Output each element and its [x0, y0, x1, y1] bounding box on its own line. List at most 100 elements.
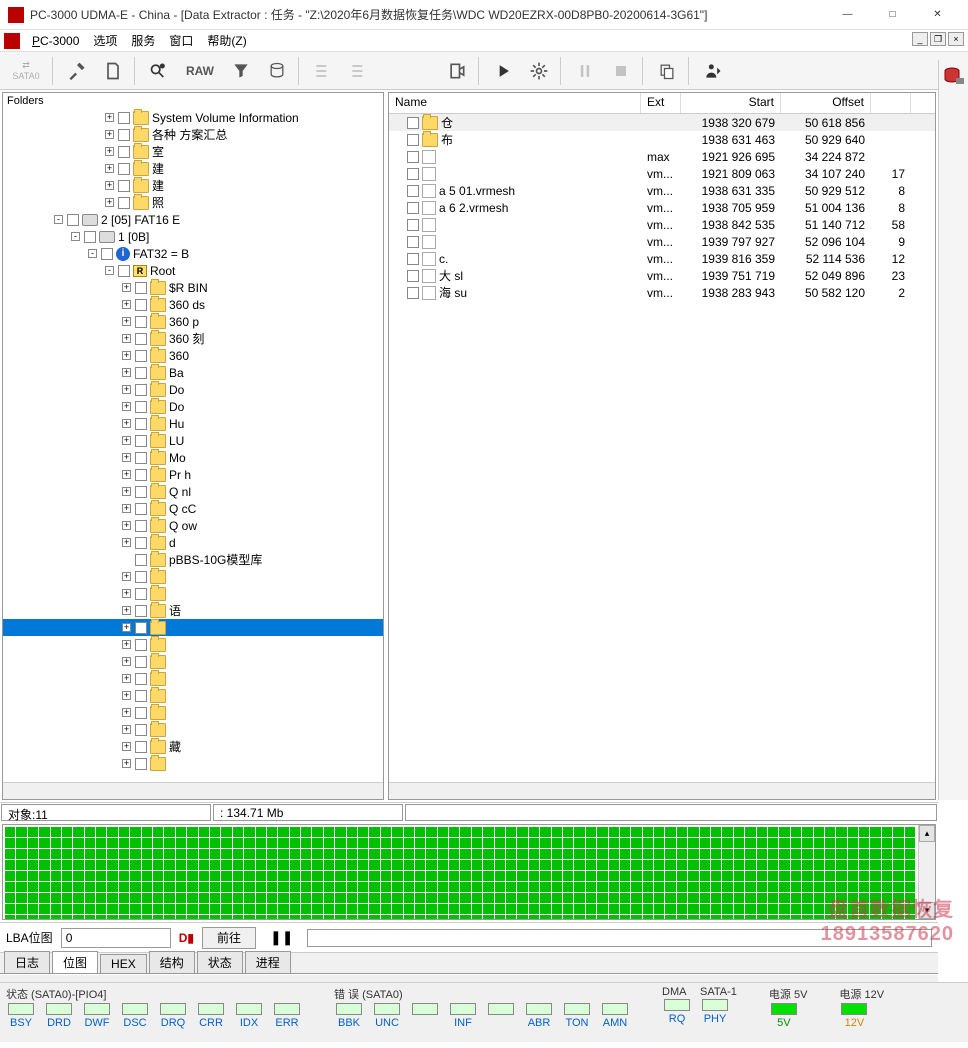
list-row[interactable]: vm...1938 842 53551 140 71258 — [389, 216, 935, 233]
checkbox[interactable] — [135, 384, 147, 396]
checkbox[interactable] — [118, 146, 130, 158]
expand-icon[interactable]: + — [122, 385, 131, 394]
expand-icon[interactable]: + — [105, 181, 114, 190]
expand-icon[interactable]: + — [122, 504, 131, 513]
menu-pc3000[interactable]: PC-3000 — [26, 32, 85, 50]
expand-icon[interactable]: + — [122, 317, 131, 326]
tree-hscroll[interactable] — [3, 782, 383, 799]
checkbox[interactable] — [135, 299, 147, 311]
tree-node[interactable]: + — [3, 755, 383, 772]
list-config2-icon[interactable] — [342, 55, 376, 87]
mdi-minimize[interactable]: _ — [912, 32, 928, 46]
checkbox[interactable] — [118, 197, 130, 209]
mdi-close[interactable]: × — [948, 32, 964, 46]
tree-node[interactable]: +Q ow — [3, 517, 383, 534]
tree-node[interactable]: + — [3, 585, 383, 602]
checkbox[interactable] — [135, 571, 147, 583]
checkbox[interactable] — [407, 219, 419, 231]
tree-node[interactable]: -2 [05] FAT16 E — [3, 211, 383, 228]
sector-vscroll[interactable]: ▴ ▾ — [918, 825, 935, 919]
expand-icon[interactable]: + — [122, 487, 131, 496]
checkbox[interactable] — [135, 452, 147, 464]
list-config-icon[interactable] — [306, 55, 340, 87]
settings-icon[interactable] — [522, 55, 556, 87]
list-row[interactable]: vm...1939 797 92752 096 1049 — [389, 233, 935, 250]
file-list[interactable]: 仓1938 320 67950 618 856布1938 631 46350 9… — [389, 114, 935, 782]
checkbox[interactable] — [118, 129, 130, 141]
expand-icon[interactable]: + — [122, 538, 131, 547]
list-row[interactable]: a 5 01.vrmeshvm...1938 631 33550 929 512… — [389, 182, 935, 199]
expand-icon[interactable]: + — [122, 623, 131, 632]
search-icon[interactable] — [142, 55, 176, 87]
checkbox[interactable] — [407, 151, 419, 163]
list-row[interactable]: a 6 2.vrmeshvm...1938 705 95951 004 1368 — [389, 199, 935, 216]
tree-node[interactable]: +System Volume Information — [3, 109, 383, 126]
tab-状态[interactable]: 状态 — [197, 951, 243, 973]
raw-button[interactable]: RAW — [178, 55, 222, 87]
expand-icon[interactable]: + — [105, 164, 114, 173]
checkbox[interactable] — [135, 588, 147, 600]
col-offset[interactable]: Offset — [781, 93, 871, 113]
checkbox[interactable] — [118, 112, 130, 124]
menu-window[interactable]: 窗口 — [163, 30, 199, 51]
expand-icon[interactable]: + — [122, 572, 131, 581]
expand-icon[interactable]: + — [122, 725, 131, 734]
checkbox[interactable] — [135, 554, 147, 566]
document-icon[interactable] — [96, 55, 130, 87]
maximize-button[interactable]: □ — [870, 1, 915, 29]
tree-node[interactable]: + — [3, 670, 383, 687]
drive-tool-icon[interactable] — [942, 64, 966, 88]
expand-icon[interactable]: + — [122, 368, 131, 377]
tab-日志[interactable]: 日志 — [4, 951, 50, 973]
expand-icon[interactable]: + — [122, 300, 131, 309]
tree-node[interactable]: +Hu — [3, 415, 383, 432]
tree-node[interactable]: + — [3, 636, 383, 653]
sector-map[interactable]: ▴ ▾ — [2, 824, 936, 920]
tree-node[interactable]: +Pr h — [3, 466, 383, 483]
checkbox[interactable] — [135, 707, 147, 719]
lba-input[interactable] — [61, 928, 171, 948]
tab-HEX[interactable]: HEX — [100, 954, 147, 973]
tree-node[interactable]: +Do — [3, 398, 383, 415]
checkbox[interactable] — [407, 185, 419, 197]
tree-node[interactable]: +各种 方案汇总 — [3, 126, 383, 143]
checkbox[interactable] — [135, 656, 147, 668]
copy-icon[interactable] — [650, 55, 684, 87]
tree-node[interactable]: + — [3, 687, 383, 704]
checkbox[interactable] — [135, 333, 147, 345]
checkbox[interactable] — [118, 265, 130, 277]
checkbox[interactable] — [407, 134, 419, 146]
checkbox[interactable] — [407, 202, 419, 214]
tree-node[interactable]: +360 刻 — [3, 330, 383, 347]
tree-node[interactable]: +Do — [3, 381, 383, 398]
checkbox[interactable] — [101, 248, 113, 260]
tree-node[interactable]: + 语 — [3, 602, 383, 619]
export-icon[interactable] — [440, 55, 474, 87]
expand-icon[interactable]: + — [122, 419, 131, 428]
tab-位图[interactable]: 位图 — [52, 951, 98, 973]
checkbox[interactable] — [135, 469, 147, 481]
tree-node[interactable]: + — [3, 619, 383, 636]
tree-node[interactable]: +$R BIN — [3, 279, 383, 296]
expand-icon[interactable]: + — [122, 453, 131, 462]
expand-icon[interactable]: + — [122, 606, 131, 615]
tree-node[interactable]: pBBS-10G模型库 — [3, 551, 383, 568]
menu-options[interactable]: 选项 — [87, 30, 123, 51]
tree-node[interactable]: -RRoot — [3, 262, 383, 279]
play-icon[interactable] — [486, 55, 520, 87]
tree-node[interactable]: +Ba — [3, 364, 383, 381]
expand-icon[interactable]: + — [122, 402, 131, 411]
checkbox[interactable] — [135, 367, 147, 379]
tree-node[interactable]: +室 — [3, 143, 383, 160]
col-start[interactable]: Start — [681, 93, 781, 113]
tree-node[interactable]: +建 — [3, 177, 383, 194]
tree-node[interactable]: +LU — [3, 432, 383, 449]
tree-node[interactable]: +Mo — [3, 449, 383, 466]
list-hscroll[interactable] — [389, 782, 935, 799]
checkbox[interactable] — [135, 486, 147, 498]
checkbox[interactable] — [135, 690, 147, 702]
tab-结构[interactable]: 结构 — [149, 951, 195, 973]
checkbox[interactable] — [135, 282, 147, 294]
list-row[interactable]: vm...1921 809 06334 107 24017 — [389, 165, 935, 182]
checkbox[interactable] — [407, 253, 419, 265]
